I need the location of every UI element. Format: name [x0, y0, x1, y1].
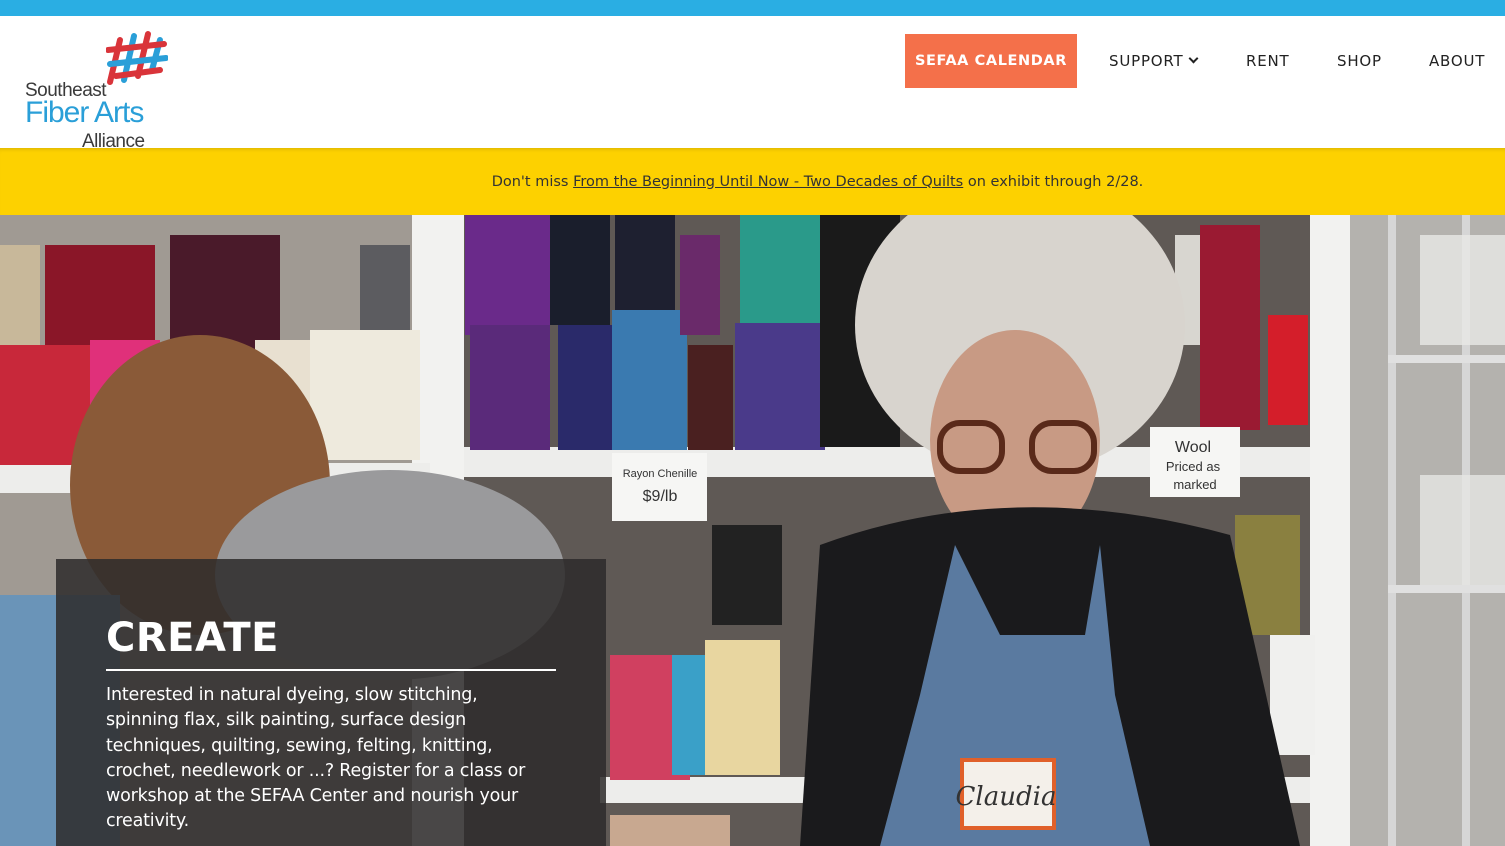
nav-support[interactable]: SUPPORT	[1109, 34, 1198, 88]
hero-section: Rayon Chenille $9/lb Wool Priced as mark…	[0, 215, 1505, 846]
announcement-banner: Don't miss From the Beginning Until Now …	[0, 148, 1505, 215]
nav-shop[interactable]: SHOP	[1337, 34, 1382, 88]
announcement-suffix: on exhibit through 2/28.	[967, 173, 1144, 190]
name-tag-text: Claudia	[956, 782, 1057, 812]
create-info-card: CREATE Interested in natural dyeing, slo…	[56, 559, 606, 846]
exhibit-link[interactable]: From the Beginning Until Now - Two Decad…	[573, 174, 963, 190]
nav-rent[interactable]: RENT	[1246, 34, 1289, 88]
card-description: Interested in natural dyeing, slow stitc…	[106, 685, 526, 832]
sign-wool-line1: Wool	[1175, 439, 1211, 456]
nav-support-label: SUPPORT	[1109, 52, 1184, 70]
chevron-down-icon	[1188, 53, 1198, 64]
top-accent-strip	[0, 0, 1505, 16]
announcement-text: Don't miss From the Beginning Until Now …	[362, 174, 1144, 190]
card-title: CREATE	[106, 615, 279, 661]
sign-wool-line3: marked	[1173, 477, 1216, 492]
woven-lines-icon	[106, 31, 168, 85]
site-logo[interactable]: Southeast Fiber Arts Alliance	[22, 30, 172, 152]
card-divider	[106, 669, 556, 671]
nav-about[interactable]: ABOUT	[1429, 34, 1485, 88]
announcement-prefix: Don't miss	[491, 173, 569, 190]
logo-text-fiber-arts: Fiber Arts	[25, 96, 144, 129]
sign-wool-line2: Priced as	[1166, 459, 1221, 474]
sign-rayon-chenille-line1: Rayon Chenille	[623, 468, 698, 480]
sign-rayon-chenille-line2: $9/lb	[643, 488, 678, 505]
sefaa-calendar-button[interactable]: SEFAA CALENDAR	[905, 34, 1077, 88]
